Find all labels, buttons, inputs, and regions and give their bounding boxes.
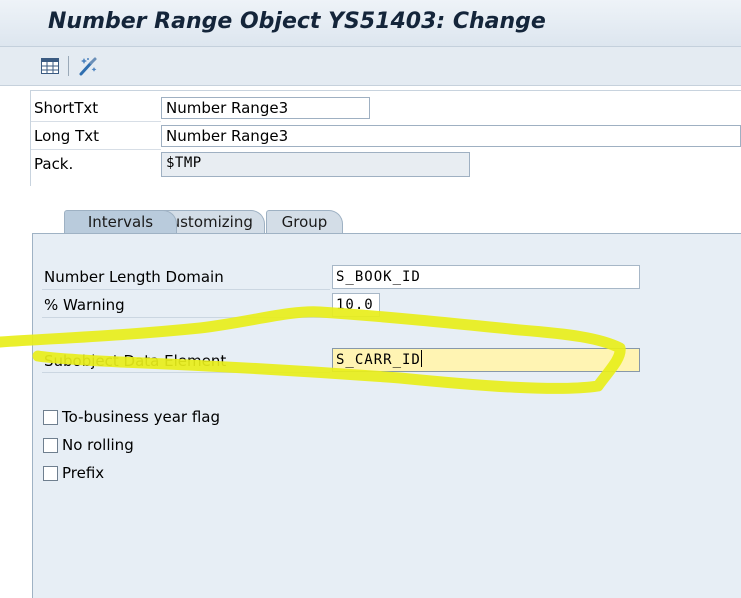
warning-label: % Warning [44, 296, 125, 314]
header-frame [30, 90, 741, 91]
number-length-domain-label: Number Length Domain [44, 268, 224, 286]
short-text-label: ShortTxt [34, 99, 99, 117]
row-divider [42, 372, 330, 373]
subobject-data-element-label: Subobject Data Element [44, 352, 227, 370]
short-text-field[interactable]: Number Range3 [161, 97, 370, 119]
long-text-label: Long Txt [34, 127, 99, 145]
warning-field[interactable]: 10.0 [332, 293, 380, 317]
tab-group[interactable]: Group [266, 210, 343, 233]
toolbar-separator [68, 56, 69, 76]
row-divider [31, 121, 161, 122]
settings-wand-icon[interactable] [76, 54, 100, 78]
to-business-year-label: To-business year flag [62, 408, 221, 426]
application-toolbar [0, 47, 741, 86]
no-rolling-label: No rolling [62, 436, 134, 454]
package-field[interactable]: $TMP [161, 152, 470, 177]
header-frame-left [30, 90, 31, 186]
tab-intervals[interactable]: Intervals [64, 210, 177, 234]
row-divider [42, 289, 330, 290]
long-text-field[interactable]: Number Range3 [161, 125, 741, 147]
table-icon[interactable] [38, 54, 62, 78]
row-divider [31, 149, 161, 150]
subobject-data-element-value: S_CARR_ID [336, 352, 421, 368]
subobject-data-element-field[interactable]: S_CARR_ID [332, 348, 640, 372]
page-title: Number Range Object YS51403: Change [48, 9, 546, 34]
row-divider [42, 317, 330, 318]
no-rolling-checkbox[interactable] [43, 438, 58, 453]
prefix-label: Prefix [62, 464, 105, 482]
title-bar: Number Range Object YS51403: Change [0, 0, 741, 47]
text-cursor [420, 350, 422, 367]
number-length-domain-field[interactable]: S_BOOK_ID [332, 265, 640, 289]
package-label: Pack. [34, 155, 74, 173]
to-business-year-checkbox[interactable] [43, 410, 58, 425]
prefix-checkbox[interactable] [43, 466, 58, 481]
